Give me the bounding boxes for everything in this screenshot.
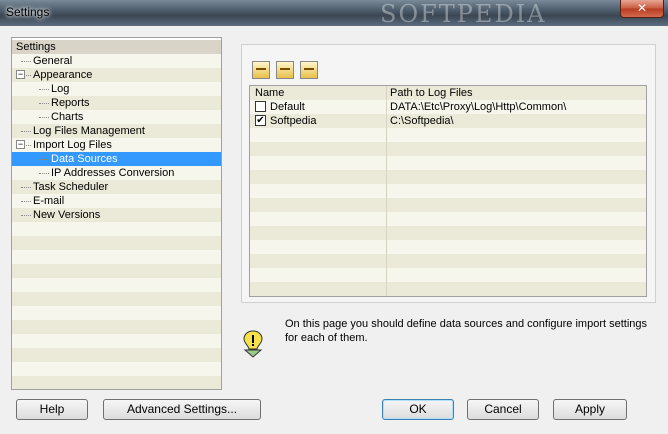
- tree-empty-row: [12, 222, 221, 236]
- tree-item[interactable]: Reports: [12, 96, 221, 110]
- tree-empty-row: [12, 250, 221, 264]
- tree-item[interactable]: Log: [12, 82, 221, 96]
- empty-row: [250, 268, 646, 282]
- grid-header: Name Path to Log Files: [250, 86, 646, 100]
- column-header-path[interactable]: Path to Log Files: [390, 86, 473, 100]
- tree-item-label: IP Addresses Conversion: [51, 167, 175, 179]
- tree-empty-row: [12, 306, 221, 320]
- tree-item-label: Log Files Management: [33, 125, 145, 137]
- tree-item-label: Charts: [51, 111, 84, 123]
- empty-row: [250, 128, 646, 142]
- column-header-name[interactable]: Name: [255, 86, 284, 100]
- close-button[interactable]: ✕: [620, 0, 664, 18]
- empty-row: [250, 226, 646, 240]
- table-row[interactable]: Default DATA:\Etc\Proxy\Log\Http\Common\: [250, 100, 646, 114]
- row-checkbox[interactable]: ✔: [255, 115, 266, 126]
- edit-source-icon[interactable]: [276, 61, 294, 79]
- tree-item[interactable]: Settings: [12, 40, 221, 54]
- tree-item[interactable]: Log Files Management: [12, 124, 221, 138]
- delete-source-icon[interactable]: [300, 61, 318, 79]
- tree-item-label: Settings: [16, 41, 56, 53]
- tree-item[interactable]: General: [12, 54, 221, 68]
- expander-icon[interactable]: −: [16, 70, 25, 79]
- lightbulb-info-icon: [243, 330, 263, 358]
- cancel-button[interactable]: Cancel: [467, 399, 539, 420]
- tree-empty-row: [12, 278, 221, 292]
- add-source-icon[interactable]: [252, 61, 270, 79]
- tree-item-label: Log: [51, 83, 70, 95]
- empty-row: [250, 170, 646, 184]
- empty-row: [250, 212, 646, 226]
- source-path: C:\Softpedia\: [390, 115, 454, 127]
- tree-item-label: General: [33, 55, 73, 67]
- expander-icon[interactable]: −: [16, 140, 25, 149]
- tree-item-label: Appearance: [33, 69, 93, 81]
- tree-item-label: Reports: [51, 97, 90, 109]
- empty-row: [250, 198, 646, 212]
- advanced-settings-button[interactable]: Advanced Settings...: [103, 399, 261, 420]
- window-title: Settings: [6, 5, 50, 19]
- row-checkbox[interactable]: [255, 101, 266, 112]
- title-bar[interactable]: Settings SOFTPEDIA ✕: [0, 0, 668, 28]
- ok-button[interactable]: OK: [382, 399, 454, 420]
- tree-item-label: Task Scheduler: [33, 181, 109, 193]
- tree-empty-row: [12, 264, 221, 278]
- tree-empty-row: [12, 362, 221, 376]
- tree-item-label: Import Log Files: [33, 139, 112, 151]
- tree-item-label: New Versions: [33, 209, 101, 221]
- help-button[interactable]: Help: [16, 399, 88, 420]
- source-name: Default: [270, 101, 305, 113]
- tree-item-label: E-mail: [33, 195, 65, 207]
- tree-item[interactable]: Data Sources: [12, 152, 221, 166]
- tree-empty-row: [12, 292, 221, 306]
- settings-tree[interactable]: Settings General − Appearance Log Reports Char…: [11, 37, 222, 390]
- tree-empty-row: [12, 320, 221, 334]
- tree-empty-row: [12, 236, 221, 250]
- empty-row: [250, 282, 646, 296]
- empty-row: [250, 184, 646, 198]
- apply-button[interactable]: Apply: [553, 399, 627, 420]
- tree-empty-row: [12, 334, 221, 348]
- watermark: SOFTPEDIA: [380, 0, 547, 28]
- tree-empty-row: [12, 376, 221, 389]
- tree-empty-row: [12, 348, 221, 362]
- tree-item[interactable]: − Import Log Files: [12, 138, 221, 152]
- tree-item[interactable]: IP Addresses Conversion: [12, 166, 221, 180]
- empty-row: [250, 240, 646, 254]
- data-sources-grid[interactable]: Name Path to Log Files Default DATA:\Etc\…: [249, 85, 647, 297]
- table-row[interactable]: ✔ Softpedia C:\Softpedia\: [250, 114, 646, 128]
- tree-item[interactable]: − Appearance: [12, 68, 221, 82]
- tree-item-label: Data Sources: [48, 152, 121, 166]
- info-text: On this page you should define data sour…: [285, 318, 648, 344]
- tree-item[interactable]: E-mail: [12, 194, 221, 208]
- tree-item[interactable]: Task Scheduler: [12, 180, 221, 194]
- source-name: Softpedia: [270, 115, 317, 127]
- tree-item[interactable]: Charts: [12, 110, 221, 124]
- empty-row: [250, 254, 646, 268]
- source-path: DATA:\Etc\Proxy\Log\Http\Common\: [390, 101, 567, 113]
- empty-row: [250, 142, 646, 156]
- tree-item[interactable]: New Versions: [12, 208, 221, 222]
- empty-row: [250, 156, 646, 170]
